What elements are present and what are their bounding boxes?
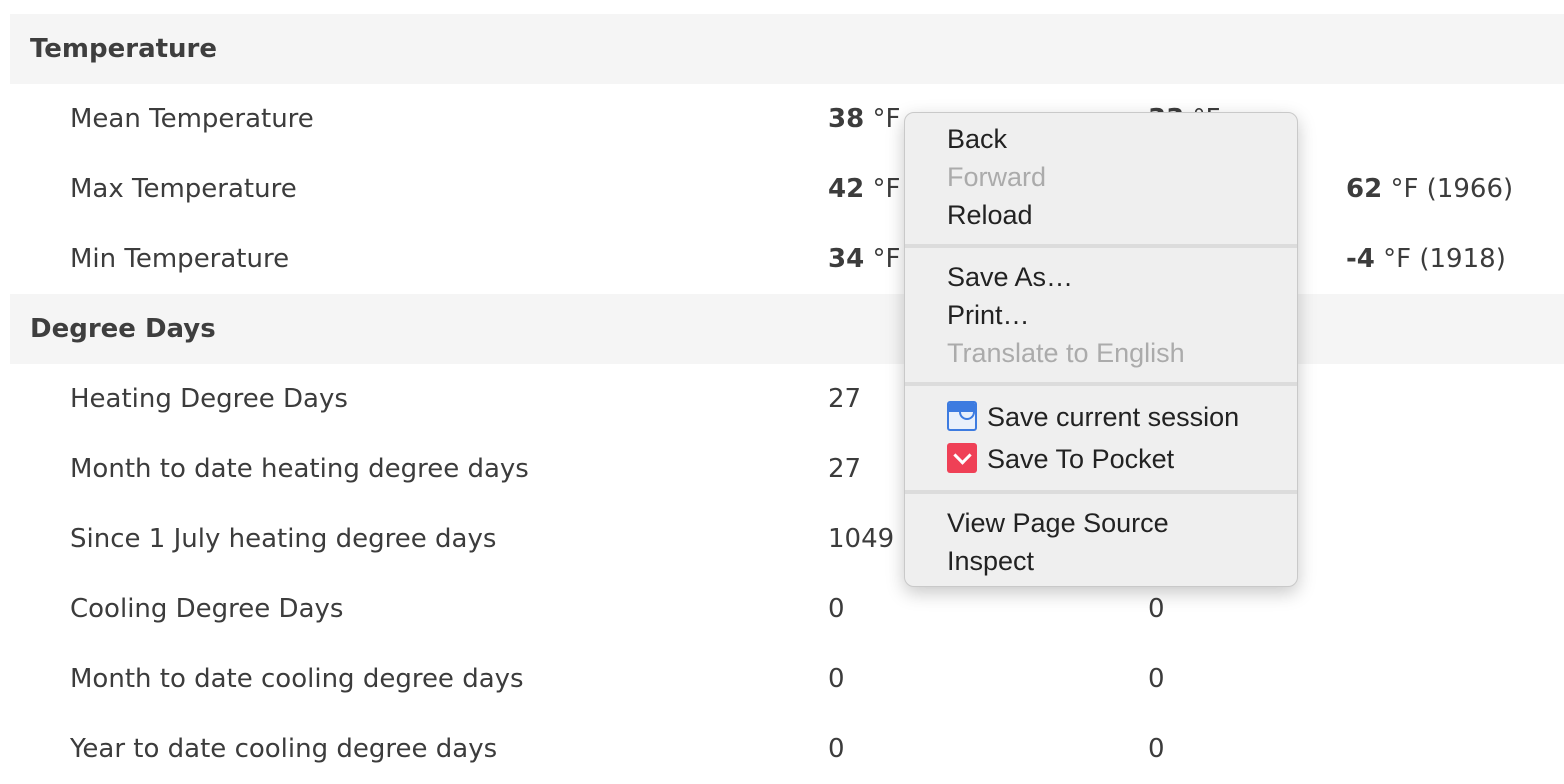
menu-item-forward: Forward [947,162,1047,192]
menu-item-save-as[interactable]: Save As… [947,258,1073,296]
table-row: Mean Temperature 38 °F 33 °F [0,84,1564,154]
value-cell: 0 [1148,664,1165,694]
session-buddy-icon [947,401,977,431]
value-cell: 34 °F [828,244,901,274]
table-row: Heating Degree Days 27 [0,364,1564,434]
menu-item-label: Save current session [987,402,1240,432]
row-label: Month to date heating degree days [70,454,529,484]
section-header-degree-days: Degree Days [10,294,1564,364]
context-menu: Back Forward Reload Save As… Print… Tran… [904,112,1298,587]
row-label: Min Temperature [70,244,290,274]
table-row: Year to date cooling degree days 0 0 [0,714,1564,784]
value-cell: 1049 [828,524,895,554]
pocket-icon [947,443,977,473]
menu-item-label: Save To Pocket [987,444,1175,474]
record-cell: -4 °F (1918) [1346,244,1506,274]
menu-item-translate: Translate to English [947,338,1185,368]
menu-separator [905,244,1297,248]
value-cell: 27 [828,384,862,414]
section-header-temperature: Temperature [10,14,1564,84]
row-label: Heating Degree Days [70,384,348,414]
row-label: Year to date cooling degree days [70,734,498,764]
menu-item-inspect[interactable]: Inspect [947,542,1034,580]
menu-item-save-session[interactable]: Save current session [947,398,1239,436]
value-cell: 0 [1148,734,1165,764]
row-label: Month to date cooling degree days [70,664,524,694]
value-cell: 38 °F [828,104,901,134]
menu-item-save-pocket[interactable]: Save To Pocket [947,440,1174,478]
value-cell: 0 [828,594,845,624]
menu-item-reload[interactable]: Reload [947,196,1033,234]
table-row: Since 1 July heating degree days 1049 [0,504,1564,574]
value-cell: 0 [828,664,845,694]
record-cell: 62 °F (1966) [1346,174,1514,204]
value-cell: 0 [828,734,845,764]
value-cell: 42 °F [828,174,901,204]
table-row: Month to date heating degree days 27 [0,434,1564,504]
row-label: Max Temperature [70,174,297,204]
menu-separator [905,382,1297,386]
row-label: Mean Temperature [70,104,314,134]
menu-item-back[interactable]: Back [947,120,1007,158]
section-title: Degree Days [30,314,216,344]
menu-separator [905,490,1297,494]
menu-item-print[interactable]: Print… [947,296,1030,334]
row-label: Since 1 July heating degree days [70,524,497,554]
section-title: Temperature [30,34,218,64]
row-label: Cooling Degree Days [70,594,344,624]
table-row: Month to date cooling degree days 0 0 [0,644,1564,714]
table-row: Min Temperature 34 °F -4 °F (1918) [0,224,1564,294]
menu-item-view-source[interactable]: View Page Source [947,504,1169,542]
table-row: Cooling Degree Days 0 0 [0,574,1564,644]
table-row: Max Temperature 42 °F 62 °F (1966) [0,154,1564,224]
value-cell: 27 [828,454,862,484]
